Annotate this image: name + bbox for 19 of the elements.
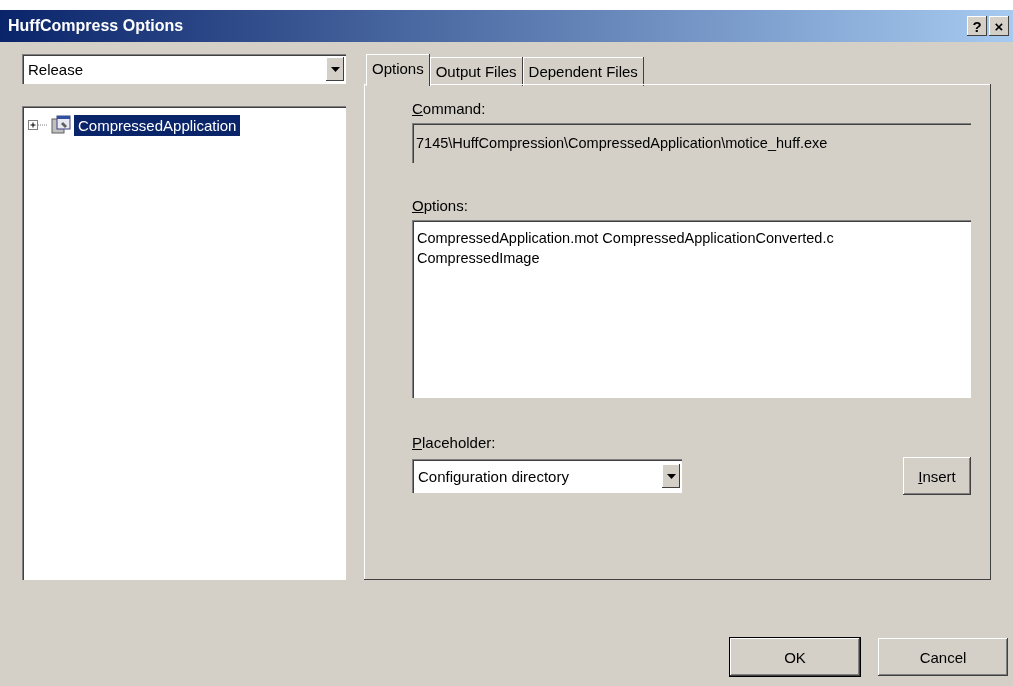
tree-item[interactable]: CompressedApplication [74, 114, 241, 136]
window-title: HuffCompress Options [8, 17, 185, 35]
command-label: Command: [412, 100, 486, 117]
close-button[interactable]: × [989, 16, 1009, 36]
application-icon [50, 114, 72, 136]
cancel-button[interactable]: Cancel [878, 638, 1008, 676]
placeholder-dropdown[interactable]: Configuration directory [412, 459, 682, 493]
options-label: Options: [412, 197, 468, 214]
expand-icon[interactable] [28, 119, 48, 131]
tab[interactable]: Options [366, 54, 430, 86]
command-field[interactable]: 7145\HuffCompression\CompressedApplication\motice_huff.exe [412, 123, 971, 163]
insert-button[interactable]: Insert [903, 457, 971, 495]
tab[interactable]: Dependent Files [522, 57, 644, 86]
help-button[interactable]: ? [967, 16, 987, 36]
tab[interactable]: Output Files [429, 57, 523, 86]
placeholder-label: Placeholder: [412, 434, 496, 451]
configuration-dropdown[interactable]: Release [22, 54, 346, 84]
ok-button[interactable]: OK [730, 638, 860, 676]
options-field[interactable]: CompressedApplication.mot CompressedApplicationConverted.c CompressedImage [412, 220, 971, 398]
